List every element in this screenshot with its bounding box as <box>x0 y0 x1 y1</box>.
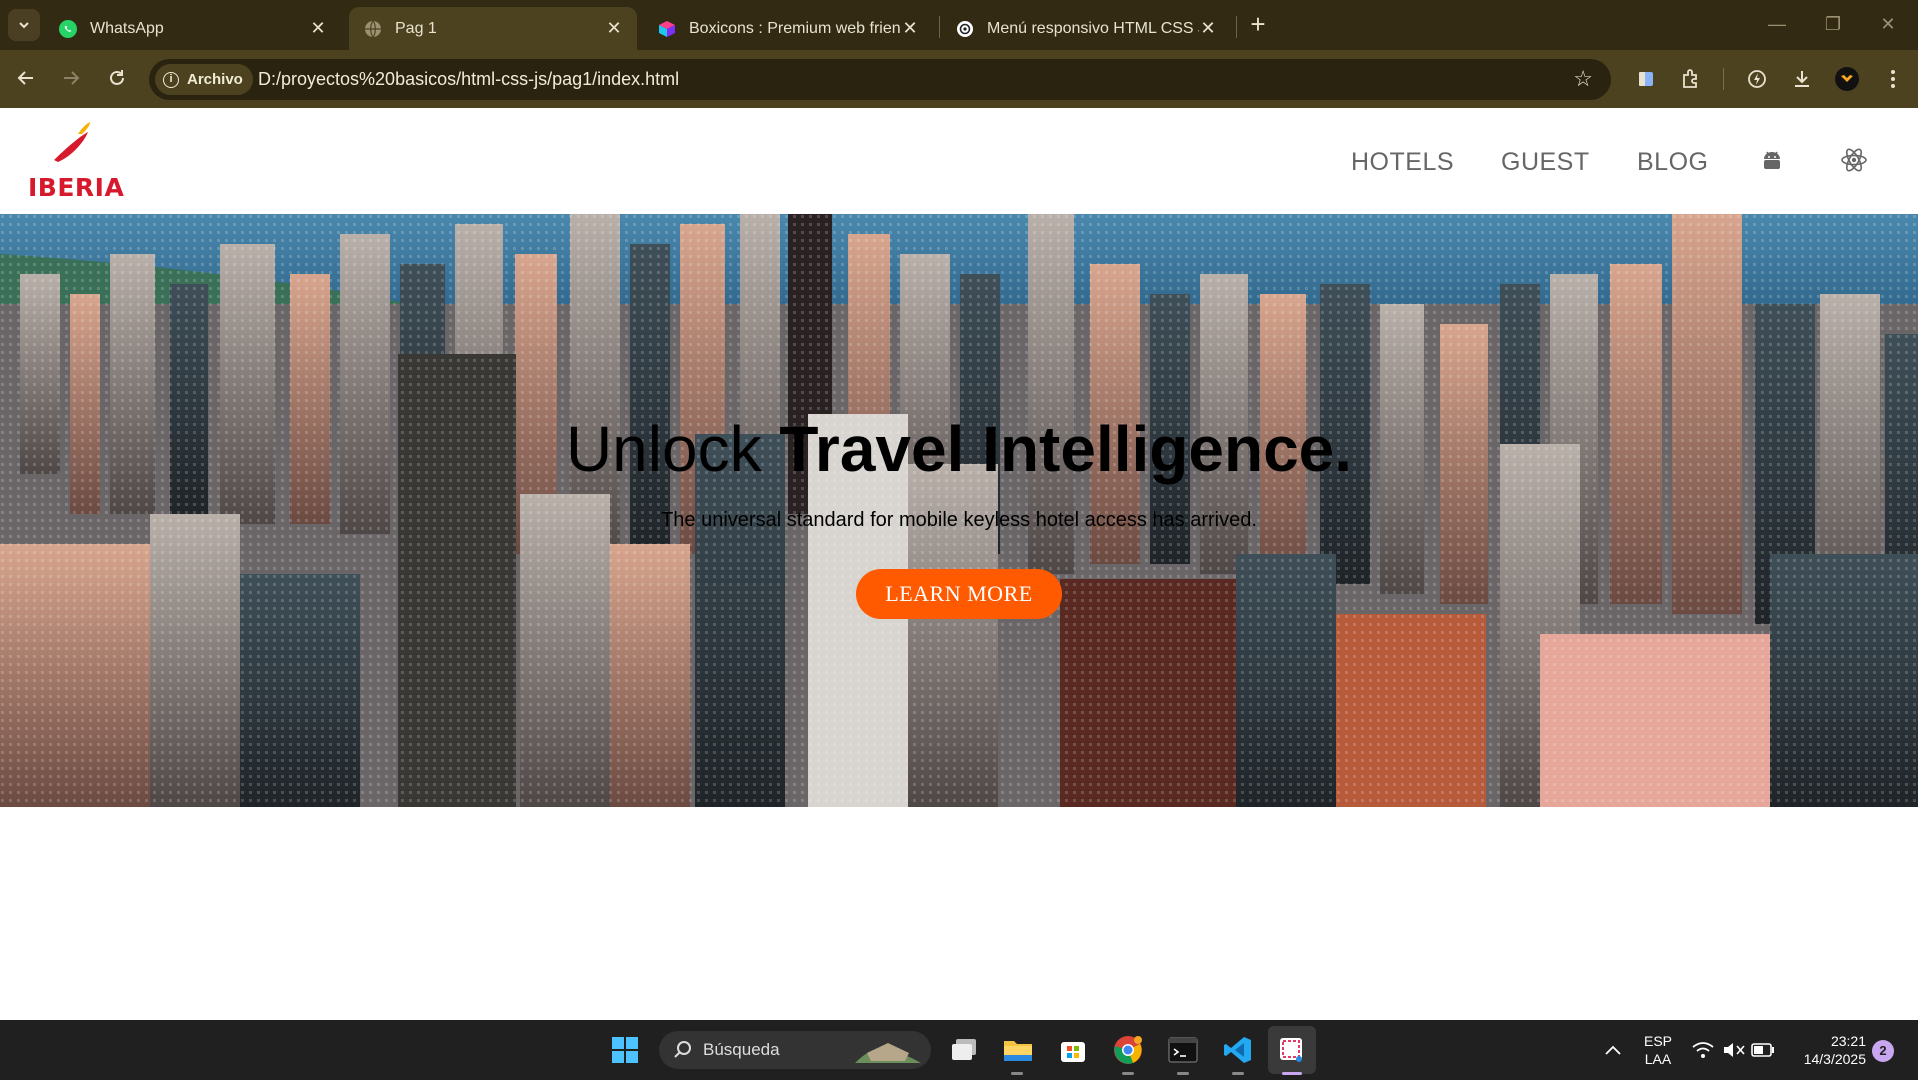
input-language[interactable]: ESP LAA <box>1640 1032 1676 1068</box>
tab-menu-responsivo[interactable]: Menú responsivo HTML CSS JS ✕ <box>941 7 1231 50</box>
site-info-label: Archivo <box>187 71 243 88</box>
download-icon[interactable] <box>1789 66 1815 92</box>
running-indicator <box>1177 1072 1189 1075</box>
side-panel-icon[interactable] <box>1633 66 1659 92</box>
forward-button[interactable] <box>59 66 83 90</box>
tab-separator <box>1236 16 1237 38</box>
url-text[interactable]: D:/proyectos%20basicos/html-css-js/pag1/… <box>258 69 679 90</box>
react-icon[interactable] <box>1839 145 1869 175</box>
globe-icon <box>363 19 383 39</box>
close-tab-icon[interactable]: ✕ <box>309 18 327 39</box>
bookmark-star-icon[interactable]: ☆ <box>1573 66 1593 92</box>
wifi-icon[interactable] <box>1686 1033 1720 1067</box>
tab-boxicons[interactable]: Boxicons : Premium web friendly ✕ <box>643 7 933 50</box>
logo-text: IBERIA <box>28 173 125 202</box>
tab-title: Pag 1 <box>395 19 437 37</box>
android-icon[interactable] <box>1757 145 1787 175</box>
close-tab-icon[interactable]: ✕ <box>605 18 623 39</box>
microsoft-store-icon[interactable] <box>1056 1033 1090 1067</box>
clock-time: 23:21 <box>1830 1033 1866 1049</box>
hero-title-light: Unlock <box>565 413 780 485</box>
terminal-icon[interactable] <box>1166 1033 1200 1067</box>
reload-icon <box>110 70 124 85</box>
whatsapp-icon <box>58 19 78 39</box>
arrow-left-icon <box>17 71 33 85</box>
reload-button[interactable] <box>105 66 129 90</box>
close-tab-icon[interactable]: ✕ <box>1199 18 1217 39</box>
performance-icon[interactable] <box>1744 66 1770 92</box>
chevron-down-icon <box>19 22 29 29</box>
clock-date: 14/3/2025 <box>1803 1051 1866 1067</box>
task-view-icon[interactable] <box>947 1033 981 1067</box>
tab-title: WhatsApp <box>90 19 164 37</box>
tab-separator <box>939 16 940 38</box>
kebab-menu-icon[interactable] <box>1880 66 1906 92</box>
extensions-icon[interactable] <box>1678 66 1704 92</box>
tab-search-button[interactable] <box>8 9 40 41</box>
windows-start-icon[interactable] <box>608 1033 642 1067</box>
tab-pag1[interactable]: Pag 1 ✕ <box>349 7 637 50</box>
boxicons-icon <box>657 19 677 39</box>
vscode-icon[interactable] <box>1221 1033 1255 1067</box>
new-tab-button[interactable]: + <box>1244 11 1272 39</box>
search-placeholder: Búsqueda <box>703 1040 780 1059</box>
tab-title: Menú responsivo HTML CSS JS <box>987 19 1199 37</box>
profile-avatar[interactable] <box>1834 66 1860 92</box>
arrow-right-icon <box>64 71 80 85</box>
hero-title: Unlock Travel Intelligence. <box>0 412 1918 486</box>
learn-more-button[interactable]: LEARN MORE <box>856 569 1062 619</box>
hero-subtitle: The universal standard for mobile keyles… <box>661 509 1257 531</box>
clock[interactable]: 23:21 14/3/2025 <box>1784 1032 1866 1068</box>
hero-title-bold: Travel Intelligence. <box>779 413 1353 485</box>
active-indicator <box>1282 1072 1302 1075</box>
language-code: ESP <box>1643 1033 1672 1049</box>
tab-title: Boxicons : Premium web friendly <box>689 19 901 37</box>
info-icon: i <box>163 71 179 88</box>
site-info-chip[interactable]: i Archivo <box>155 64 253 95</box>
chrome-icon[interactable] <box>1111 1033 1145 1067</box>
running-indicator <box>1011 1072 1023 1075</box>
notification-badge[interactable]: 2 <box>1872 1040 1894 1062</box>
hero-banner: Unlock Travel Intelligence. The universa… <box>0 214 1918 807</box>
tab-whatsapp[interactable]: WhatsApp ✕ <box>44 7 341 50</box>
snipping-tool-icon[interactable] <box>1275 1033 1309 1067</box>
search-highlight-illustration <box>855 1043 921 1063</box>
toolbar-divider <box>1723 68 1724 90</box>
openai-icon <box>955 19 975 39</box>
back-button[interactable] <box>14 66 38 90</box>
search-icon <box>674 1041 691 1058</box>
keyboard-layout: LAA <box>1644 1051 1672 1067</box>
nav-guest[interactable]: GUEST <box>1501 148 1590 177</box>
battery-icon[interactable] <box>1746 1033 1780 1067</box>
taskbar-search[interactable]: Búsqueda <box>659 1031 931 1069</box>
nav-hotels[interactable]: HOTELS <box>1351 148 1454 177</box>
close-window-button[interactable]: ✕ <box>1868 10 1908 38</box>
address-bar[interactable]: i Archivo D:/proyectos%20basicos/html-cs… <box>149 59 1611 100</box>
site-header <box>0 108 1918 214</box>
chevron-up-icon[interactable] <box>1596 1033 1630 1067</box>
minimize-button[interactable]: — <box>1757 10 1797 38</box>
running-indicator <box>1232 1072 1244 1075</box>
running-indicator <box>1122 1072 1134 1075</box>
close-tab-icon[interactable]: ✕ <box>901 18 919 39</box>
file-explorer-icon[interactable] <box>1001 1033 1035 1067</box>
iberia-logo[interactable]: IBERIA <box>28 120 125 202</box>
nav-blog[interactable]: BLOG <box>1637 148 1708 177</box>
iberia-logo-mark <box>54 122 90 162</box>
restore-button[interactable]: ❐ <box>1813 10 1853 38</box>
